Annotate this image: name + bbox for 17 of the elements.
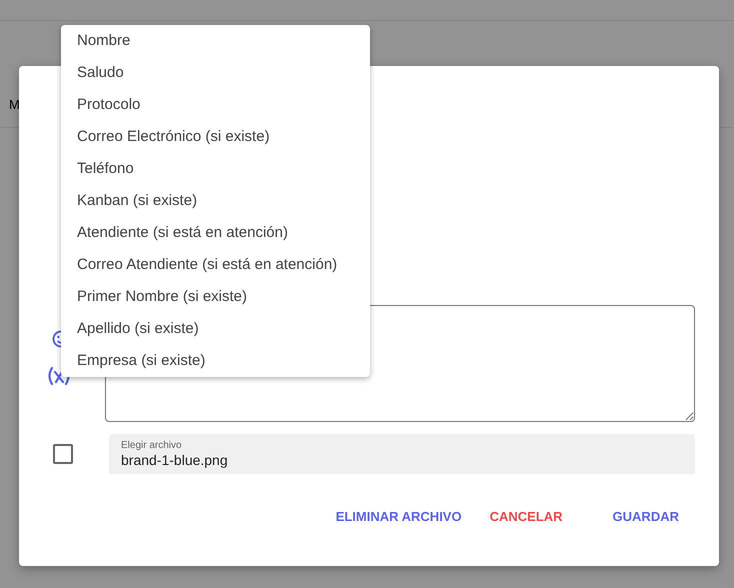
menu-item[interactable]: Correo Electrónico (si existe) xyxy=(61,121,370,153)
menu-item[interactable]: Saludo xyxy=(61,57,370,89)
menu-item[interactable]: Kanban (si existe) xyxy=(61,185,370,217)
menu-item[interactable]: Protocolo xyxy=(61,89,370,121)
menu-item[interactable]: Atendiente (si está en atención) xyxy=(61,217,370,249)
menu-item[interactable]: Nombre xyxy=(61,25,370,57)
dialog-button[interactable]: GUARDAR xyxy=(596,501,695,532)
menu-item[interactable]: Empresa (si existe) xyxy=(61,345,370,377)
tab-label[interactable]: M xyxy=(9,96,20,112)
file-field[interactable]: Elegir archivo brand-1-blue.png xyxy=(109,434,695,474)
menu-item[interactable]: Apellido (si existe) xyxy=(61,313,370,345)
checkbox[interactable] xyxy=(53,444,73,464)
dialog-button[interactable]: CANCELAR xyxy=(478,501,575,532)
dialog-button[interactable]: ELIMINAR ARCHIVO xyxy=(324,501,474,532)
menu-item[interactable]: Primer Nombre (si existe) xyxy=(61,281,370,313)
menu-item[interactable]: Correo Atendiente (si está en atención) xyxy=(61,249,370,281)
menu-item[interactable]: Teléfono xyxy=(61,153,370,185)
